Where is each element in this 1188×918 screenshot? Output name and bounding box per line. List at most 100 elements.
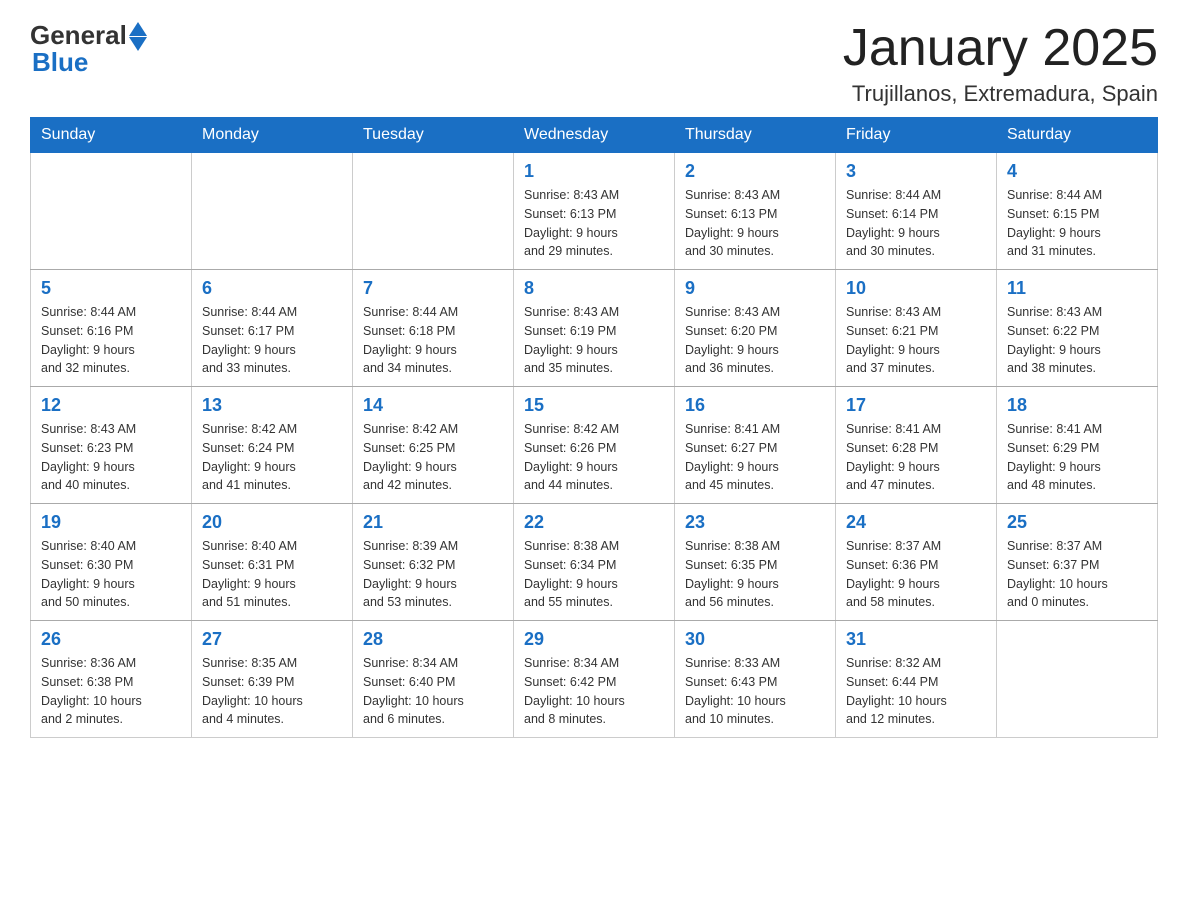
- calendar-table: SundayMondayTuesdayWednesdayThursdayFrid…: [30, 117, 1158, 738]
- day-number: 9: [685, 278, 825, 299]
- day-number: 6: [202, 278, 342, 299]
- day-info: Sunrise: 8:38 AM Sunset: 6:34 PM Dayligh…: [524, 537, 664, 612]
- day-info: Sunrise: 8:34 AM Sunset: 6:40 PM Dayligh…: [363, 654, 503, 729]
- calendar-day-cell: 10 Sunrise: 8:43 AM Sunset: 6:21 PM Dayli…: [836, 270, 997, 387]
- day-info: Sunrise: 8:44 AM Sunset: 6:16 PM Dayligh…: [41, 303, 181, 378]
- day-info: Sunrise: 8:41 AM Sunset: 6:28 PM Dayligh…: [846, 420, 986, 495]
- location-title: Trujillanos, Extremadura, Spain: [843, 81, 1158, 107]
- day-number: 5: [41, 278, 181, 299]
- day-info: Sunrise: 8:39 AM Sunset: 6:32 PM Dayligh…: [363, 537, 503, 612]
- calendar-day-cell: 6 Sunrise: 8:44 AM Sunset: 6:17 PM Daylig…: [192, 270, 353, 387]
- calendar-week-row: 26 Sunrise: 8:36 AM Sunset: 6:38 PM Dayli…: [31, 621, 1158, 738]
- day-number: 12: [41, 395, 181, 416]
- logo-triangle-down: [129, 37, 147, 51]
- calendar-week-row: 1Sunrise: 8:43 AM Sunset: 6:13 PM Daylig…: [31, 153, 1158, 270]
- day-number: 24: [846, 512, 986, 533]
- column-header-monday: Monday: [192, 118, 353, 153]
- day-info: Sunrise: 8:41 AM Sunset: 6:27 PM Dayligh…: [685, 420, 825, 495]
- day-number: 3: [846, 161, 986, 182]
- day-number: 7: [363, 278, 503, 299]
- column-header-thursday: Thursday: [675, 118, 836, 153]
- calendar-day-cell: 18 Sunrise: 8:41 AM Sunset: 6:29 PM Dayli…: [997, 387, 1158, 504]
- day-number: 11: [1007, 278, 1147, 299]
- calendar-day-cell: 4Sunrise: 8:44 AM Sunset: 6:15 PM Daylig…: [997, 153, 1158, 270]
- calendar-day-cell: 15Sunrise: 8:42 AM Sunset: 6:26 PM Dayli…: [514, 387, 675, 504]
- day-info: Sunrise: 8:43 AM Sunset: 6:13 PM Dayligh…: [685, 186, 825, 261]
- day-number: 21: [363, 512, 503, 533]
- day-number: 28: [363, 629, 503, 650]
- day-info: Sunrise: 8:40 AM Sunset: 6:31 PM Dayligh…: [202, 537, 342, 612]
- calendar-day-cell: 20Sunrise: 8:40 AM Sunset: 6:31 PM Dayli…: [192, 504, 353, 621]
- calendar-day-cell: 23 Sunrise: 8:38 AM Sunset: 6:35 PM Dayli…: [675, 504, 836, 621]
- calendar-day-cell: 5 Sunrise: 8:44 AM Sunset: 6:16 PM Daylig…: [31, 270, 192, 387]
- column-header-saturday: Saturday: [997, 118, 1158, 153]
- calendar-day-cell: 25Sunrise: 8:37 AM Sunset: 6:37 PM Dayli…: [997, 504, 1158, 621]
- calendar-day-cell: 1Sunrise: 8:43 AM Sunset: 6:13 PM Daylig…: [514, 153, 675, 270]
- logo-blue: Blue: [32, 47, 88, 78]
- day-info: Sunrise: 8:44 AM Sunset: 6:14 PM Dayligh…: [846, 186, 986, 261]
- calendar-day-cell: 14Sunrise: 8:42 AM Sunset: 6:25 PM Dayli…: [353, 387, 514, 504]
- day-number: 30: [685, 629, 825, 650]
- empty-cell: [997, 621, 1158, 738]
- day-info: Sunrise: 8:43 AM Sunset: 6:13 PM Dayligh…: [524, 186, 664, 261]
- day-info: Sunrise: 8:42 AM Sunset: 6:24 PM Dayligh…: [202, 420, 342, 495]
- day-number: 8: [524, 278, 664, 299]
- day-info: Sunrise: 8:43 AM Sunset: 6:22 PM Dayligh…: [1007, 303, 1147, 378]
- calendar-day-cell: 7 Sunrise: 8:44 AM Sunset: 6:18 PM Daylig…: [353, 270, 514, 387]
- calendar-day-cell: 12 Sunrise: 8:43 AM Sunset: 6:23 PM Dayli…: [31, 387, 192, 504]
- calendar-day-cell: 22 Sunrise: 8:38 AM Sunset: 6:34 PM Dayli…: [514, 504, 675, 621]
- calendar-day-cell: 24 Sunrise: 8:37 AM Sunset: 6:36 PM Dayli…: [836, 504, 997, 621]
- day-info: Sunrise: 8:43 AM Sunset: 6:20 PM Dayligh…: [685, 303, 825, 378]
- calendar-day-cell: 9 Sunrise: 8:43 AM Sunset: 6:20 PM Daylig…: [675, 270, 836, 387]
- empty-cell: [192, 153, 353, 270]
- column-header-tuesday: Tuesday: [353, 118, 514, 153]
- calendar-day-cell: 8 Sunrise: 8:43 AM Sunset: 6:19 PM Daylig…: [514, 270, 675, 387]
- logo-triangle-up: [129, 22, 147, 36]
- day-info: Sunrise: 8:36 AM Sunset: 6:38 PM Dayligh…: [41, 654, 181, 729]
- day-number: 29: [524, 629, 664, 650]
- calendar-day-cell: 28 Sunrise: 8:34 AM Sunset: 6:40 PM Dayli…: [353, 621, 514, 738]
- calendar-day-cell: 30 Sunrise: 8:33 AM Sunset: 6:43 PM Dayli…: [675, 621, 836, 738]
- day-number: 22: [524, 512, 664, 533]
- day-info: Sunrise: 8:40 AM Sunset: 6:30 PM Dayligh…: [41, 537, 181, 612]
- calendar-day-cell: 2 Sunrise: 8:43 AM Sunset: 6:13 PM Daylig…: [675, 153, 836, 270]
- day-info: Sunrise: 8:43 AM Sunset: 6:19 PM Dayligh…: [524, 303, 664, 378]
- day-info: Sunrise: 8:44 AM Sunset: 6:18 PM Dayligh…: [363, 303, 503, 378]
- day-info: Sunrise: 8:41 AM Sunset: 6:29 PM Dayligh…: [1007, 420, 1147, 495]
- calendar-day-cell: 16 Sunrise: 8:41 AM Sunset: 6:27 PM Dayli…: [675, 387, 836, 504]
- calendar-week-row: 19 Sunrise: 8:40 AM Sunset: 6:30 PM Dayli…: [31, 504, 1158, 621]
- calendar-week-row: 12 Sunrise: 8:43 AM Sunset: 6:23 PM Dayli…: [31, 387, 1158, 504]
- day-number: 23: [685, 512, 825, 533]
- calendar-day-cell: 17 Sunrise: 8:41 AM Sunset: 6:28 PM Dayli…: [836, 387, 997, 504]
- day-info: Sunrise: 8:43 AM Sunset: 6:21 PM Dayligh…: [846, 303, 986, 378]
- day-info: Sunrise: 8:34 AM Sunset: 6:42 PM Dayligh…: [524, 654, 664, 729]
- day-number: 13: [202, 395, 342, 416]
- calendar-day-cell: 3 Sunrise: 8:44 AM Sunset: 6:14 PM Daylig…: [836, 153, 997, 270]
- day-info: Sunrise: 8:44 AM Sunset: 6:17 PM Dayligh…: [202, 303, 342, 378]
- empty-cell: [353, 153, 514, 270]
- day-info: Sunrise: 8:32 AM Sunset: 6:44 PM Dayligh…: [846, 654, 986, 729]
- day-number: 17: [846, 395, 986, 416]
- day-number: 26: [41, 629, 181, 650]
- calendar-day-cell: 27Sunrise: 8:35 AM Sunset: 6:39 PM Dayli…: [192, 621, 353, 738]
- empty-cell: [31, 153, 192, 270]
- day-info: Sunrise: 8:38 AM Sunset: 6:35 PM Dayligh…: [685, 537, 825, 612]
- day-number: 10: [846, 278, 986, 299]
- day-number: 18: [1007, 395, 1147, 416]
- day-info: Sunrise: 8:37 AM Sunset: 6:36 PM Dayligh…: [846, 537, 986, 612]
- day-number: 16: [685, 395, 825, 416]
- day-number: 2: [685, 161, 825, 182]
- day-info: Sunrise: 8:43 AM Sunset: 6:23 PM Dayligh…: [41, 420, 181, 495]
- title-section: January 2025 Trujillanos, Extremadura, S…: [843, 20, 1158, 107]
- calendar-day-cell: 29 Sunrise: 8:34 AM Sunset: 6:42 PM Dayli…: [514, 621, 675, 738]
- calendar-day-cell: 13 Sunrise: 8:42 AM Sunset: 6:24 PM Dayli…: [192, 387, 353, 504]
- day-info: Sunrise: 8:44 AM Sunset: 6:15 PM Dayligh…: [1007, 186, 1147, 261]
- day-info: Sunrise: 8:42 AM Sunset: 6:26 PM Dayligh…: [524, 420, 664, 495]
- calendar-day-cell: 19 Sunrise: 8:40 AM Sunset: 6:30 PM Dayli…: [31, 504, 192, 621]
- column-header-friday: Friday: [836, 118, 997, 153]
- day-info: Sunrise: 8:37 AM Sunset: 6:37 PM Dayligh…: [1007, 537, 1147, 612]
- day-number: 19: [41, 512, 181, 533]
- day-info: Sunrise: 8:33 AM Sunset: 6:43 PM Dayligh…: [685, 654, 825, 729]
- day-info: Sunrise: 8:35 AM Sunset: 6:39 PM Dayligh…: [202, 654, 342, 729]
- day-number: 14: [363, 395, 503, 416]
